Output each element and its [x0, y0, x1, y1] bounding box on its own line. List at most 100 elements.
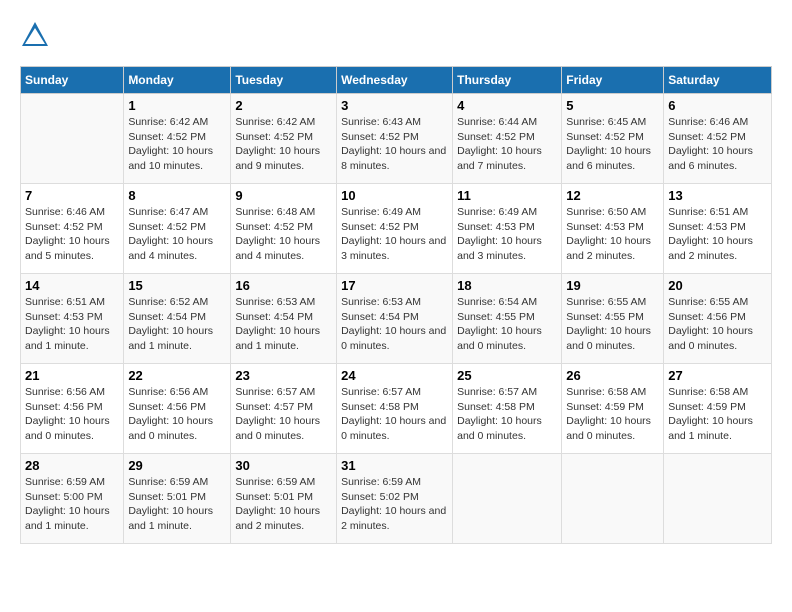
daylight-text: Daylight: 10 hours and 8 minutes.: [341, 145, 446, 172]
calendar-cell: [664, 454, 772, 544]
daylight-text: Daylight: 10 hours and 0 minutes.: [566, 415, 651, 442]
sunset-text: Sunset: 4:59 PM: [566, 401, 644, 413]
day-info: Sunrise: 6:46 AM Sunset: 4:52 PM Dayligh…: [25, 205, 119, 264]
sunrise-text: Sunrise: 6:53 AM: [235, 296, 315, 308]
column-header-wednesday: Wednesday: [337, 67, 453, 94]
daylight-text: Daylight: 10 hours and 2 minutes.: [341, 505, 446, 532]
day-number: 27: [668, 368, 767, 383]
daylight-text: Daylight: 10 hours and 2 minutes.: [235, 505, 320, 532]
calendar-cell: 1 Sunrise: 6:42 AM Sunset: 4:52 PM Dayli…: [124, 94, 231, 184]
calendar-cell: 4 Sunrise: 6:44 AM Sunset: 4:52 PM Dayli…: [453, 94, 562, 184]
sunrise-text: Sunrise: 6:44 AM: [457, 116, 537, 128]
sunrise-text: Sunrise: 6:59 AM: [25, 476, 105, 488]
sunset-text: Sunset: 4:52 PM: [457, 131, 535, 143]
calendar-table: SundayMondayTuesdayWednesdayThursdayFrid…: [20, 66, 772, 544]
daylight-text: Daylight: 10 hours and 0 minutes.: [457, 415, 542, 442]
calendar-cell: 3 Sunrise: 6:43 AM Sunset: 4:52 PM Dayli…: [337, 94, 453, 184]
day-info: Sunrise: 6:49 AM Sunset: 4:52 PM Dayligh…: [341, 205, 448, 264]
day-info: Sunrise: 6:56 AM Sunset: 4:56 PM Dayligh…: [25, 385, 119, 444]
day-info: Sunrise: 6:58 AM Sunset: 4:59 PM Dayligh…: [668, 385, 767, 444]
sunset-text: Sunset: 4:52 PM: [341, 221, 419, 233]
day-number: 2: [235, 98, 332, 113]
daylight-text: Daylight: 10 hours and 1 minute.: [25, 505, 110, 532]
daylight-text: Daylight: 10 hours and 0 minutes.: [235, 415, 320, 442]
day-info: Sunrise: 6:59 AM Sunset: 5:01 PM Dayligh…: [128, 475, 226, 534]
sunrise-text: Sunrise: 6:59 AM: [235, 476, 315, 488]
day-number: 23: [235, 368, 332, 383]
calendar-cell: 31 Sunrise: 6:59 AM Sunset: 5:02 PM Dayl…: [337, 454, 453, 544]
sunrise-text: Sunrise: 6:47 AM: [128, 206, 208, 218]
daylight-text: Daylight: 10 hours and 0 minutes.: [457, 325, 542, 352]
sunset-text: Sunset: 4:54 PM: [235, 311, 313, 323]
sunset-text: Sunset: 5:02 PM: [341, 491, 419, 503]
daylight-text: Daylight: 10 hours and 0 minutes.: [668, 325, 753, 352]
sunset-text: Sunset: 4:56 PM: [128, 401, 206, 413]
calendar-cell: 5 Sunrise: 6:45 AM Sunset: 4:52 PM Dayli…: [562, 94, 664, 184]
sunset-text: Sunset: 4:54 PM: [341, 311, 419, 323]
daylight-text: Daylight: 10 hours and 1 minute.: [668, 415, 753, 442]
sunset-text: Sunset: 4:52 PM: [25, 221, 103, 233]
day-number: 26: [566, 368, 659, 383]
day-info: Sunrise: 6:51 AM Sunset: 4:53 PM Dayligh…: [668, 205, 767, 264]
calendar-cell: 16 Sunrise: 6:53 AM Sunset: 4:54 PM Dayl…: [231, 274, 337, 364]
calendar-header-row: SundayMondayTuesdayWednesdayThursdayFrid…: [21, 67, 772, 94]
calendar-cell: 18 Sunrise: 6:54 AM Sunset: 4:55 PM Dayl…: [453, 274, 562, 364]
sunset-text: Sunset: 4:53 PM: [668, 221, 746, 233]
column-header-monday: Monday: [124, 67, 231, 94]
calendar-cell: 25 Sunrise: 6:57 AM Sunset: 4:58 PM Dayl…: [453, 364, 562, 454]
sunset-text: Sunset: 5:00 PM: [25, 491, 103, 503]
sunset-text: Sunset: 4:58 PM: [457, 401, 535, 413]
day-info: Sunrise: 6:45 AM Sunset: 4:52 PM Dayligh…: [566, 115, 659, 174]
day-number: 30: [235, 458, 332, 473]
daylight-text: Daylight: 10 hours and 5 minutes.: [25, 235, 110, 262]
calendar-cell: 22 Sunrise: 6:56 AM Sunset: 4:56 PM Dayl…: [124, 364, 231, 454]
calendar-week-row: 28 Sunrise: 6:59 AM Sunset: 5:00 PM Dayl…: [21, 454, 772, 544]
calendar-cell: 28 Sunrise: 6:59 AM Sunset: 5:00 PM Dayl…: [21, 454, 124, 544]
day-info: Sunrise: 6:58 AM Sunset: 4:59 PM Dayligh…: [566, 385, 659, 444]
day-info: Sunrise: 6:53 AM Sunset: 4:54 PM Dayligh…: [341, 295, 448, 354]
daylight-text: Daylight: 10 hours and 9 minutes.: [235, 145, 320, 172]
calendar-cell: 10 Sunrise: 6:49 AM Sunset: 4:52 PM Dayl…: [337, 184, 453, 274]
day-number: 4: [457, 98, 557, 113]
sunset-text: Sunset: 4:55 PM: [457, 311, 535, 323]
daylight-text: Daylight: 10 hours and 3 minutes.: [341, 235, 446, 262]
calendar-cell: 27 Sunrise: 6:58 AM Sunset: 4:59 PM Dayl…: [664, 364, 772, 454]
daylight-text: Daylight: 10 hours and 6 minutes.: [566, 145, 651, 172]
calendar-cell: [21, 94, 124, 184]
column-header-saturday: Saturday: [664, 67, 772, 94]
day-info: Sunrise: 6:56 AM Sunset: 4:56 PM Dayligh…: [128, 385, 226, 444]
sunrise-text: Sunrise: 6:46 AM: [25, 206, 105, 218]
day-number: 22: [128, 368, 226, 383]
sunset-text: Sunset: 4:53 PM: [25, 311, 103, 323]
daylight-text: Daylight: 10 hours and 1 minute.: [128, 325, 213, 352]
day-info: Sunrise: 6:55 AM Sunset: 4:56 PM Dayligh…: [668, 295, 767, 354]
day-info: Sunrise: 6:42 AM Sunset: 4:52 PM Dayligh…: [235, 115, 332, 174]
day-number: 10: [341, 188, 448, 203]
sunrise-text: Sunrise: 6:49 AM: [457, 206, 537, 218]
sunset-text: Sunset: 4:53 PM: [566, 221, 644, 233]
daylight-text: Daylight: 10 hours and 0 minutes.: [341, 325, 446, 352]
sunrise-text: Sunrise: 6:42 AM: [128, 116, 208, 128]
sunrise-text: Sunrise: 6:57 AM: [235, 386, 315, 398]
sunrise-text: Sunrise: 6:55 AM: [668, 296, 748, 308]
calendar-cell: 13 Sunrise: 6:51 AM Sunset: 4:53 PM Dayl…: [664, 184, 772, 274]
sunrise-text: Sunrise: 6:57 AM: [457, 386, 537, 398]
sunrise-text: Sunrise: 6:52 AM: [128, 296, 208, 308]
sunset-text: Sunset: 4:59 PM: [668, 401, 746, 413]
sunrise-text: Sunrise: 6:58 AM: [668, 386, 748, 398]
logo: [20, 20, 54, 50]
calendar-cell: 2 Sunrise: 6:42 AM Sunset: 4:52 PM Dayli…: [231, 94, 337, 184]
calendar-week-row: 7 Sunrise: 6:46 AM Sunset: 4:52 PM Dayli…: [21, 184, 772, 274]
calendar-week-row: 1 Sunrise: 6:42 AM Sunset: 4:52 PM Dayli…: [21, 94, 772, 184]
sunset-text: Sunset: 4:53 PM: [457, 221, 535, 233]
sunrise-text: Sunrise: 6:56 AM: [25, 386, 105, 398]
day-info: Sunrise: 6:50 AM Sunset: 4:53 PM Dayligh…: [566, 205, 659, 264]
sunset-text: Sunset: 4:52 PM: [128, 131, 206, 143]
day-info: Sunrise: 6:52 AM Sunset: 4:54 PM Dayligh…: [128, 295, 226, 354]
day-info: Sunrise: 6:57 AM Sunset: 4:57 PM Dayligh…: [235, 385, 332, 444]
sunrise-text: Sunrise: 6:50 AM: [566, 206, 646, 218]
daylight-text: Daylight: 10 hours and 0 minutes.: [25, 415, 110, 442]
day-number: 28: [25, 458, 119, 473]
sunrise-text: Sunrise: 6:58 AM: [566, 386, 646, 398]
day-info: Sunrise: 6:55 AM Sunset: 4:55 PM Dayligh…: [566, 295, 659, 354]
